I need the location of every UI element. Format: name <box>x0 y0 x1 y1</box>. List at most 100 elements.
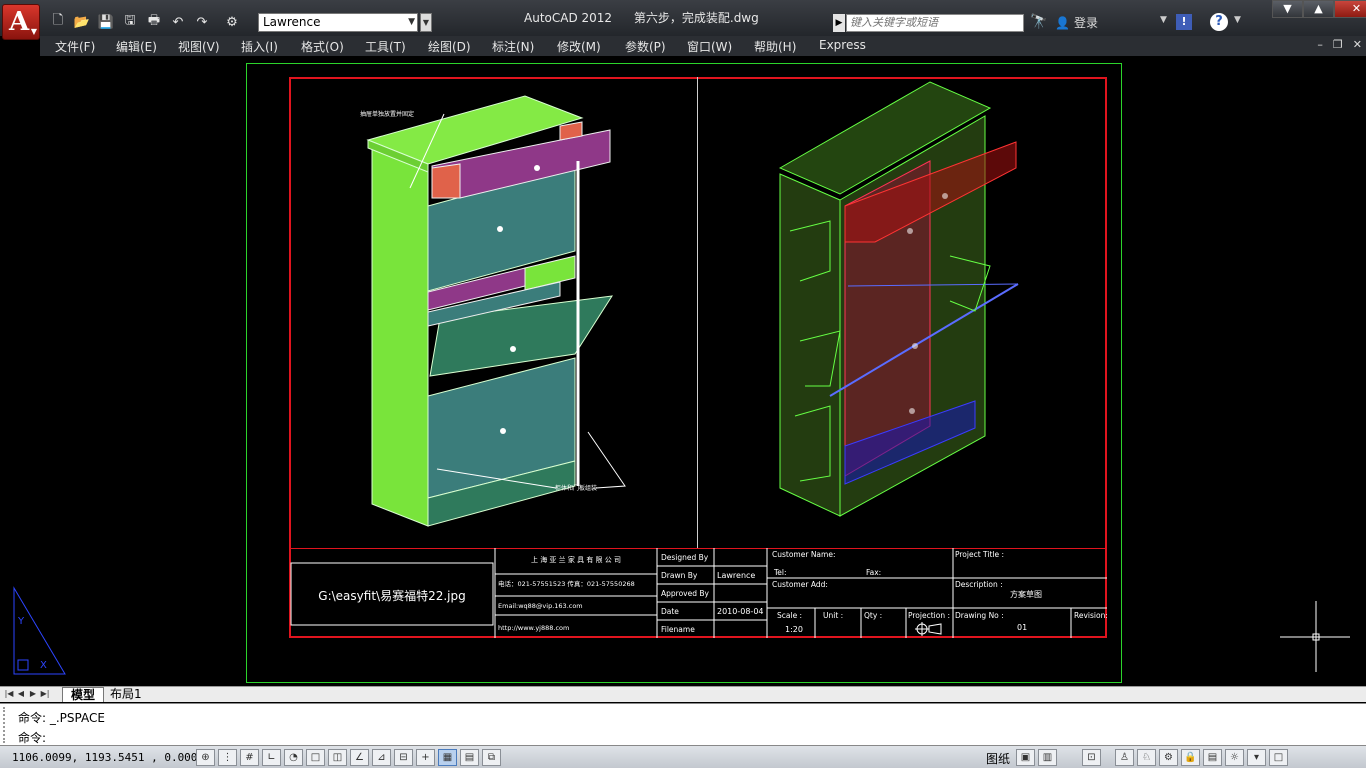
quick-view-layouts-icon[interactable]: ▣ <box>1016 749 1035 766</box>
print-icon[interactable]: 🖶 <box>144 13 164 31</box>
search-input[interactable] <box>846 14 1024 32</box>
user-icon: 👤 <box>1055 15 1070 30</box>
new-file-icon[interactable]: 🗋 <box>48 13 68 31</box>
minimize-button[interactable]: ▼ <box>1272 0 1303 18</box>
description-value: 方案草图 <box>1010 589 1042 599</box>
qty-label: Qty : <box>864 611 882 620</box>
command-prompt[interactable]: 命令: <box>18 729 46 746</box>
designed-by-label: Designed By <box>661 553 709 562</box>
osnap-icon[interactable]: □ <box>306 749 325 766</box>
isolate-objects-icon[interactable]: ☼ <box>1225 749 1244 766</box>
chevron-down-icon: ▼ <box>30 27 37 36</box>
last-tab-icon[interactable]: ▶| <box>40 688 50 700</box>
dyn-icon[interactable]: ⊟ <box>394 749 413 766</box>
annotation-visibility-icon[interactable]: ♘ <box>1137 749 1156 766</box>
selection-cycling-icon[interactable]: ⧉ <box>482 749 501 766</box>
left-annotation-top: 抽屉单独放置并固定 <box>360 110 414 118</box>
filename-label: Filename <box>661 625 695 634</box>
transparency-icon[interactable]: ▦ <box>438 749 457 766</box>
lineweight-icon[interactable]: + <box>416 749 435 766</box>
menu-format[interactable]: 格式(O) <box>301 38 344 55</box>
quick-access-toolbar: 🗋 📂 💾 🖫 🖶 ↶ ↷ ⚙ <box>48 12 242 32</box>
drafting-settings: ⊕ ⋮ # ∟ ◔ □ ◫ ∠ ⊿ ⊟ + ▦ ▤ ⧉ <box>196 749 501 766</box>
date-label: Date <box>661 607 679 616</box>
workspace-dropdown[interactable]: Lawrence ▼ <box>258 13 418 32</box>
close-button[interactable]: ✕ <box>1334 0 1366 18</box>
binoculars-icon[interactable]: 🔭 <box>1030 14 1047 30</box>
quick-view-drawings-icon[interactable]: ▥ <box>1038 749 1057 766</box>
revision-label: Revision: <box>1074 611 1107 620</box>
hardware-acceleration-icon[interactable]: ▤ <box>1203 749 1222 766</box>
status-bar: 1106.0099, 1193.5451 , 0.0000 ⊕ ⋮ # ∟ ◔ … <box>0 745 1366 768</box>
tab-model[interactable]: 模型 <box>62 687 105 702</box>
first-tab-icon[interactable]: |◀ <box>4 688 14 700</box>
exchange-icon[interactable]: ! <box>1176 14 1192 30</box>
menu-insert[interactable]: 插入(I) <box>241 38 278 55</box>
menu-parameters[interactable]: 参数(P) <box>625 38 666 55</box>
menu-bar: 文件(F) 编辑(E) 视图(V) 插入(I) 格式(O) 工具(T) 绘图(D… <box>40 36 1366 56</box>
window-controls: ▼ ▲ ✕ <box>1272 0 1366 18</box>
chevron-down-icon[interactable]: ▼ <box>1234 15 1241 25</box>
prev-tab-icon[interactable]: ◀ <box>16 688 26 700</box>
otrack-icon[interactable]: ∠ <box>350 749 369 766</box>
menu-modify[interactable]: 修改(M) <box>557 38 601 55</box>
drawing-canvas[interactable]: 抽屉单独放置并固定 柜体和门板组装 Y X G:\easyfit\易赛福特22.… <box>0 56 1366 686</box>
project-title-label: Project Title : <box>955 550 1004 559</box>
polar-icon[interactable]: ◔ <box>284 749 303 766</box>
command-grip[interactable] <box>3 707 11 743</box>
help-icon[interactable]: ? <box>1210 13 1228 31</box>
menu-express[interactable]: Express <box>819 38 866 52</box>
menu-tools[interactable]: 工具(T) <box>365 38 406 55</box>
ortho-icon[interactable]: ∟ <box>262 749 281 766</box>
ducs-icon[interactable]: ⊿ <box>372 749 391 766</box>
menu-window[interactable]: 窗口(W) <box>687 38 732 55</box>
ucs-icon: Y X <box>13 586 66 675</box>
company-name: 上 海 亚 兰 家 具 有 限 公 司 <box>531 555 621 564</box>
annotation-scale-icon[interactable]: ♙ <box>1115 749 1134 766</box>
lock-icon[interactable]: 🔒 <box>1181 749 1200 766</box>
unit-label: Unit : <box>823 611 843 620</box>
save-as-icon[interactable]: 🖫 <box>120 13 140 31</box>
drawer-side <box>431 163 461 199</box>
menu-edit[interactable]: 编辑(E) <box>116 38 157 55</box>
save-icon[interactable]: 💾 <box>96 13 116 31</box>
search-expand-button[interactable]: ▶ <box>833 14 845 32</box>
wireframe-cabinet-view <box>778 81 1019 517</box>
chevron-down-icon[interactable]: ▼ <box>1160 15 1167 25</box>
clean-screen-icon[interactable]: □ <box>1269 749 1288 766</box>
status-menu-icon[interactable]: ▾ <box>1247 749 1266 766</box>
next-tab-icon[interactable]: ▶ <box>28 688 38 700</box>
drawn-by-label: Drawn By <box>661 571 698 580</box>
open-folder-icon[interactable]: 📂 <box>72 13 92 31</box>
menu-view[interactable]: 视图(V) <box>178 38 220 55</box>
application-menu-button[interactable]: A ▼ <box>2 4 40 40</box>
doc-close-button[interactable]: ✕ <box>1353 38 1362 51</box>
infer-constraints-icon[interactable]: ⊕ <box>196 749 215 766</box>
coordinates-readout[interactable]: 1106.0099, 1193.5451 , 0.0000 <box>12 751 204 764</box>
quick-properties-icon[interactable]: ▤ <box>460 749 479 766</box>
doc-minimize-button[interactable]: – <box>1317 38 1323 51</box>
tab-layout1[interactable]: 布局1 <box>102 687 150 702</box>
maximize-button[interactable]: ▲ <box>1303 0 1334 18</box>
paper-space-label[interactable]: 图纸 <box>986 750 1010 767</box>
3d-osnap-icon[interactable]: ◫ <box>328 749 347 766</box>
workspace-switch-icon[interactable]: ⚙ <box>1159 749 1178 766</box>
login-button[interactable]: 👤 登录 <box>1055 14 1098 31</box>
snap-icon[interactable]: ⋮ <box>218 749 237 766</box>
menu-dimension[interactable]: 标注(N) <box>492 38 534 55</box>
maximize-viewport-icon[interactable]: ⊡ <box>1082 749 1101 766</box>
menu-file[interactable]: 文件(F) <box>55 38 95 55</box>
menu-help[interactable]: 帮助(H) <box>754 38 796 55</box>
company-website: http://www.yj888.com <box>498 624 569 632</box>
command-history: 命令: _.PSPACE <box>18 711 105 725</box>
grid-icon[interactable]: # <box>240 749 259 766</box>
gear-icon[interactable]: ⚙ <box>222 13 242 31</box>
toolbar-options-button[interactable]: ▼ <box>420 13 432 32</box>
undo-icon[interactable]: ↶ <box>168 13 188 31</box>
menu-draw[interactable]: 绘图(D) <box>428 38 471 55</box>
doc-restore-button[interactable]: ❐ <box>1333 38 1343 51</box>
redo-icon[interactable]: ↷ <box>192 13 212 31</box>
projection-symbol-icon <box>915 622 942 636</box>
document-window-controls: – ❐ ✕ <box>1317 38 1362 51</box>
workspace-value: Lawrence <box>263 15 321 29</box>
